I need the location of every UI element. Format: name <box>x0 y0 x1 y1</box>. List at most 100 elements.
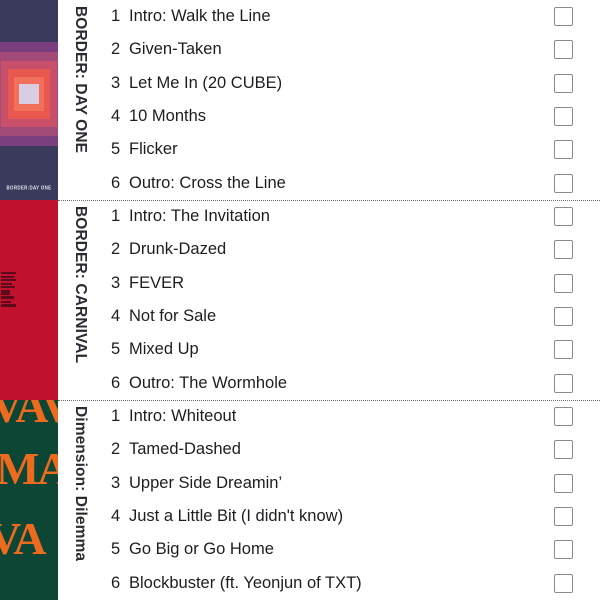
track-checkbox[interactable] <box>554 573 573 593</box>
album-cover-border-day-one: BORDER:DAY ONE <box>0 0 58 200</box>
track-row[interactable]: 6 Outro: The Wormhole <box>111 367 542 400</box>
checkbox-row[interactable] <box>542 233 600 266</box>
track-title: Drunk-Dazed <box>129 240 227 259</box>
checkbox-column <box>542 0 600 200</box>
checkbox-row[interactable] <box>542 33 600 66</box>
track-row[interactable]: 1 Intro: Whiteout <box>111 400 542 433</box>
track-row[interactable]: 2 Tamed-Dashed <box>111 433 542 466</box>
checkbox-row[interactable] <box>542 567 600 600</box>
track-number: 2 <box>111 240 121 259</box>
album-block-dimension-dilemma: VAV MA VA Dimension: Dilemma 1 Intro: Wh… <box>0 400 600 600</box>
checkbox-row[interactable] <box>542 333 600 366</box>
track-title: Outro: Cross the Line <box>129 173 286 192</box>
album-cover-dimension-dilemma: VAV MA VA <box>0 400 58 600</box>
track-checkbox[interactable] <box>554 473 573 493</box>
track-row[interactable]: 5 Mixed Up <box>111 333 542 366</box>
checkbox-row[interactable] <box>542 0 600 33</box>
album-cover-border-carnival <box>0 200 58 400</box>
track-checkbox[interactable] <box>554 340 573 360</box>
track-row[interactable]: 5 Go Big or Go Home <box>111 533 542 566</box>
track-row[interactable]: 2 Drunk-Dazed <box>111 233 542 266</box>
track-checkbox[interactable] <box>554 307 573 327</box>
track-checkbox[interactable] <box>554 440 573 460</box>
checkbox-row[interactable] <box>542 500 600 533</box>
track-title: Upper Side Dreamin’ <box>129 473 283 492</box>
track-title: Tamed-Dashed <box>129 440 241 459</box>
track-row[interactable]: 4 10 Months <box>111 100 542 133</box>
track-row[interactable]: 1 Intro: The Invitation <box>111 200 542 233</box>
tracklist-border-carnival: 1 Intro: The Invitation 2 Drunk-Dazed 3 … <box>104 200 542 400</box>
track-row[interactable]: 3 Upper Side Dreamin’ <box>111 467 542 500</box>
album-spine-label: BORDER: CARNIVAL <box>72 206 89 364</box>
checkbox-row[interactable] <box>542 200 600 233</box>
track-title: Blockbuster (ft. Yeonjun of TXT) <box>129 573 362 592</box>
checkbox-row[interactable] <box>542 533 600 566</box>
album-block-border-carnival: BORDER: CARNIVAL 1 Intro: The Invitation… <box>0 200 600 400</box>
track-row[interactable]: 6 Outro: Cross the Line <box>111 167 542 200</box>
cover-caption-text: BORDER:DAY ONE <box>6 184 52 191</box>
track-number: 6 <box>111 373 121 392</box>
checkbox-row[interactable] <box>542 67 600 100</box>
track-number: 2 <box>111 440 121 459</box>
cover-glyph-row: MA <box>0 443 58 494</box>
tracklist-dimension-dilemma: 1 Intro: Whiteout 2 Tamed-Dashed 3 Upper… <box>104 400 542 600</box>
track-row[interactable]: 2 Given-Taken <box>111 33 542 66</box>
checkbox-row[interactable] <box>542 300 600 333</box>
cover-glyph-row: VA <box>0 513 46 564</box>
track-number: 5 <box>111 140 121 159</box>
track-checkbox[interactable] <box>554 540 573 560</box>
track-checkbox[interactable] <box>554 7 573 27</box>
checkbox-row[interactable] <box>542 167 600 200</box>
album-block-border-day-one: BORDER:DAY ONE BORDER: DAY ONE 1 Intro: … <box>0 0 600 200</box>
track-checkbox[interactable] <box>554 73 573 93</box>
checkbox-row[interactable] <box>542 433 600 466</box>
album-spine-label: Dimension: Dilemma <box>72 406 89 562</box>
track-title: Just a Little Bit (I didn't know) <box>129 507 344 526</box>
track-checkbox[interactable] <box>554 40 573 60</box>
track-number: 6 <box>111 173 121 192</box>
tracklist-border-day-one: 1 Intro: Walk the Line 2 Given-Taken 3 L… <box>104 0 542 200</box>
checkbox-row[interactable] <box>542 367 600 400</box>
checkbox-row[interactable] <box>542 400 600 433</box>
track-title: Mixed Up <box>129 340 199 359</box>
checkbox-row[interactable] <box>542 133 600 166</box>
track-number: 1 <box>111 407 121 426</box>
track-number: 4 <box>111 307 121 326</box>
section-divider <box>58 200 600 201</box>
track-title: Given-Taken <box>129 40 222 59</box>
cover-ring-6 <box>19 84 39 104</box>
track-number: 1 <box>111 207 121 226</box>
track-number: 5 <box>111 540 121 559</box>
checkbox-row[interactable] <box>542 100 600 133</box>
track-checkbox[interactable] <box>554 507 573 527</box>
track-title: Let Me In (20 CUBE) <box>129 73 283 92</box>
track-row[interactable]: 3 Let Me In (20 CUBE) <box>111 67 542 100</box>
track-row[interactable]: 4 Just a Little Bit (I didn't know) <box>111 500 542 533</box>
track-number: 4 <box>111 507 121 526</box>
track-checkbox[interactable] <box>554 240 573 260</box>
track-checkbox[interactable] <box>554 407 573 427</box>
track-checkbox[interactable] <box>554 373 573 393</box>
track-checkbox[interactable] <box>554 107 573 127</box>
track-row[interactable]: 5 Flicker <box>111 133 542 166</box>
album-spine-border-day-one: BORDER: DAY ONE <box>58 0 104 200</box>
track-number: 3 <box>111 73 121 92</box>
track-checkbox[interactable] <box>554 207 573 227</box>
tracklist-sheet: BORDER:DAY ONE BORDER: DAY ONE 1 Intro: … <box>0 0 600 600</box>
track-row[interactable]: 3 FEVER <box>111 267 542 300</box>
track-title: Go Big or Go Home <box>129 540 274 559</box>
track-number: 6 <box>111 573 121 592</box>
checkbox-row[interactable] <box>542 467 600 500</box>
track-checkbox[interactable] <box>554 140 573 160</box>
track-row[interactable]: 6 Blockbuster (ft. Yeonjun of TXT) <box>111 567 542 600</box>
track-row[interactable]: 4 Not for Sale <box>111 300 542 333</box>
track-title: Outro: The Wormhole <box>129 373 288 392</box>
track-checkbox[interactable] <box>554 273 573 293</box>
track-row[interactable]: 1 Intro: Walk the Line <box>111 0 542 33</box>
track-number: 4 <box>111 107 121 126</box>
album-spine-dimension-dilemma: Dimension: Dilemma <box>58 400 104 600</box>
track-number: 3 <box>111 473 121 492</box>
checkbox-row[interactable] <box>542 267 600 300</box>
checkbox-column <box>542 400 600 600</box>
track-checkbox[interactable] <box>554 173 573 193</box>
